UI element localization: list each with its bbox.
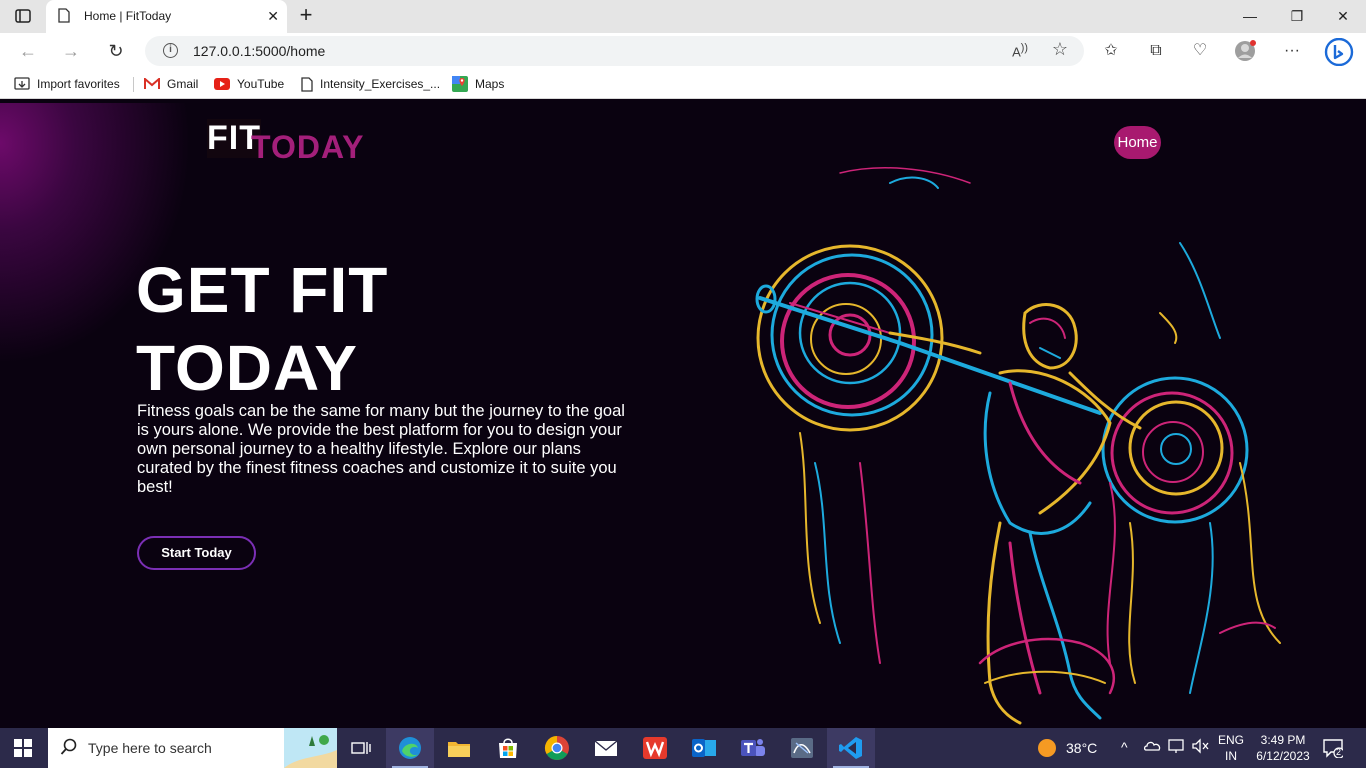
wps-office-icon[interactable] bbox=[631, 728, 679, 768]
task-view-icon[interactable] bbox=[337, 728, 385, 768]
windows-start-icon[interactable] bbox=[14, 739, 32, 757]
url-text[interactable]: 127.0.0.1:5000/home bbox=[193, 43, 325, 59]
bookmark-maps[interactable]: Maps bbox=[452, 76, 504, 92]
nav-home-link[interactable]: Home bbox=[1114, 126, 1161, 159]
show-hidden-icons-icon[interactable]: ^ bbox=[1121, 739, 1128, 755]
clock-date: 6/12/2023 bbox=[1256, 749, 1310, 763]
address-bar: ← → ↻ i 127.0.0.1:5000/home A)) ☆ ✩ ⧉ ♡ … bbox=[0, 33, 1366, 69]
mail-icon[interactable] bbox=[582, 728, 630, 768]
collections-icon[interactable]: ⧉ bbox=[1145, 40, 1167, 62]
outlook-icon[interactable] bbox=[680, 728, 728, 768]
forward-icon[interactable]: → bbox=[60, 41, 82, 61]
bookmark-divider bbox=[133, 77, 134, 92]
refresh-icon[interactable]: ↻ bbox=[105, 41, 127, 61]
network-icon[interactable] bbox=[1168, 738, 1186, 757]
language-region: IN bbox=[1225, 749, 1237, 763]
hero-title-line1: GET FIT bbox=[136, 254, 389, 326]
search-highlight-icon bbox=[284, 728, 337, 768]
active-tab[interactable]: Home | FitToday ✕ bbox=[46, 0, 287, 33]
bookmark-label: Intensity_Exercises_... bbox=[320, 77, 441, 91]
site-logo[interactable]: FIT TODAY bbox=[207, 119, 367, 169]
tab-title: Home | FitToday bbox=[84, 9, 172, 23]
teams-icon[interactable] bbox=[729, 728, 777, 768]
bookmark-gmail[interactable]: Gmail bbox=[144, 76, 198, 92]
weightlifter-illustration bbox=[755, 167, 1281, 725]
weather-temperature[interactable]: 38°C bbox=[1066, 740, 1097, 756]
read-aloud-icon[interactable]: A)) bbox=[1012, 42, 1028, 59]
bookmark-intensity-exercises[interactable]: Intensity_Exercises_... bbox=[301, 76, 440, 92]
info-icon[interactable]: i bbox=[163, 43, 178, 58]
profile-avatar-icon[interactable] bbox=[1234, 40, 1256, 62]
start-today-button[interactable]: Start Today bbox=[137, 536, 256, 570]
taskbar-search-box[interactable]: Type here to search bbox=[48, 728, 337, 768]
bookmark-label: YouTube bbox=[237, 77, 285, 91]
hero-title-line2: TODAY bbox=[136, 332, 358, 404]
hero-title: GET FIT TODAY bbox=[136, 251, 388, 407]
bookmarks-bar: Import favorites Gmail YouTube Intensity… bbox=[0, 69, 1366, 99]
chrome-taskbar-icon[interactable] bbox=[533, 728, 581, 768]
search-placeholder: Type here to search bbox=[88, 740, 212, 756]
new-tab-icon[interactable]: + bbox=[294, 4, 318, 28]
clock[interactable]: 3:49 PM 6/12/2023 bbox=[1252, 733, 1314, 763]
browser-tab-bar: Home | FitToday ✕ + — ❐ ✕ bbox=[0, 0, 1366, 33]
edge-taskbar-icon[interactable] bbox=[386, 728, 434, 768]
onedrive-icon[interactable] bbox=[1143, 738, 1162, 757]
bookmark-label: Gmail bbox=[167, 77, 199, 91]
microsoft-store-icon[interactable] bbox=[484, 728, 532, 768]
bookmark-import-favorites[interactable]: Import favorites bbox=[14, 76, 120, 92]
bookmark-youtube[interactable]: YouTube bbox=[214, 76, 284, 92]
back-icon[interactable]: ← bbox=[17, 41, 39, 61]
language-indicator[interactable]: ENG IN bbox=[1218, 733, 1244, 763]
import-icon bbox=[14, 77, 30, 90]
notification-count: 2 bbox=[1336, 747, 1342, 757]
add-favorite-icon[interactable]: ☆ bbox=[1052, 39, 1068, 60]
weather-icon[interactable] bbox=[1030, 728, 1064, 768]
vscode-icon[interactable] bbox=[827, 728, 875, 768]
hero-description: Fitness goals can be the same for many b… bbox=[137, 402, 625, 496]
logo-today: TODAY bbox=[251, 129, 365, 165]
page-icon bbox=[301, 76, 313, 92]
youtube-icon bbox=[214, 78, 230, 90]
url-field[interactable]: i 127.0.0.1:5000/home A)) ☆ bbox=[145, 36, 1084, 66]
windows-taskbar: Type here to search 38°C ^ ENG IN 3:49 P… bbox=[0, 728, 1366, 768]
close-tab-icon[interactable]: ✕ bbox=[267, 8, 279, 24]
close-window-icon[interactable]: ✕ bbox=[1331, 6, 1355, 26]
minimize-icon[interactable]: — bbox=[1238, 6, 1262, 26]
browser-essentials-icon[interactable]: ♡ bbox=[1189, 40, 1211, 62]
favorites-icon[interactable]: ✩ bbox=[1100, 40, 1122, 62]
search-icon bbox=[60, 738, 78, 761]
language-code: ENG bbox=[1218, 733, 1245, 747]
notifications-icon[interactable]: 2 bbox=[1323, 738, 1345, 759]
maps-icon bbox=[452, 76, 468, 92]
bookmark-label: Maps bbox=[475, 77, 505, 91]
fittoday-page: FIT TODAY Home GET FIT TODAY Fitness goa… bbox=[0, 103, 1366, 728]
tab-actions-icon[interactable] bbox=[8, 5, 38, 27]
file-explorer-icon[interactable] bbox=[435, 728, 483, 768]
bing-chat-icon[interactable] bbox=[1324, 37, 1354, 67]
bookmark-label: Import favorites bbox=[37, 77, 120, 91]
gmail-icon bbox=[144, 78, 160, 89]
restore-icon[interactable]: ❐ bbox=[1285, 6, 1309, 26]
page-icon bbox=[58, 8, 70, 28]
more-options-icon[interactable]: ··· bbox=[1281, 40, 1303, 62]
clock-time: 3:49 PM bbox=[1260, 733, 1306, 747]
database-tool-icon[interactable] bbox=[778, 728, 826, 768]
volume-muted-icon[interactable] bbox=[1192, 738, 1210, 757]
